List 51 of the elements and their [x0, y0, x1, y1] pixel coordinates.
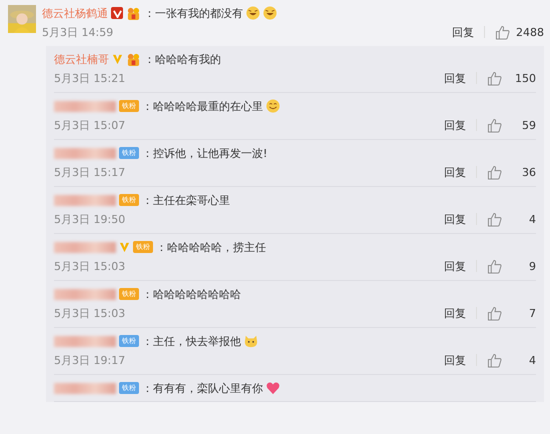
reply-link[interactable]: 回复: [444, 352, 466, 368]
verified-icon: [111, 7, 123, 19]
laughing-emoji-icon: [246, 6, 260, 20]
verified-icon: [119, 242, 130, 252]
like-count: 7: [528, 306, 536, 320]
reply-date: 5月3日 19:17: [54, 352, 126, 368]
like-icon[interactable]: [495, 24, 510, 40]
comment-text: ：一张有我的都没有: [144, 6, 243, 20]
like-icon[interactable]: [487, 258, 502, 274]
reply-link[interactable]: 回复: [452, 24, 474, 40]
reply-date: 5月3日 15:17: [54, 164, 126, 180]
cat-emoji-icon: [244, 334, 258, 348]
like-icon[interactable]: [487, 70, 502, 86]
like-icon[interactable]: [487, 164, 502, 180]
like-count: 2488: [516, 26, 544, 38]
like-count: 4: [528, 354, 536, 366]
like-icon[interactable]: [487, 212, 502, 226]
like-icon[interactable]: [487, 118, 502, 132]
reply-date: 5月3日 15:03: [54, 306, 126, 320]
smile-emoji-icon: [266, 99, 280, 113]
laughing-emoji-icon: [263, 6, 277, 20]
like-count: 59: [521, 118, 536, 132]
reply-text: ：哈哈哈哈哈哈哈哈: [142, 286, 241, 302]
reply-text: ：控诉他，让他再发一波!: [142, 146, 268, 160]
reply-link[interactable]: 回复: [444, 70, 466, 86]
reply-date: 5月3日 15:03: [54, 258, 126, 274]
reply-date: 5月3日 15:07: [54, 118, 126, 132]
reply-text: ：有有有，栾队心里有你: [142, 380, 263, 396]
fan-icon: [126, 52, 141, 66]
reply-text: ：哈哈哈哈最重的在心里: [142, 98, 263, 114]
reply-date: 5月3日 19:50: [54, 212, 126, 226]
like-count: 4: [528, 212, 536, 226]
like-count: 36: [521, 166, 536, 178]
reply-link[interactable]: 回复: [444, 306, 466, 320]
like-icon[interactable]: [487, 352, 502, 368]
reply-link[interactable]: 回复: [444, 118, 466, 132]
like-icon[interactable]: [487, 306, 502, 320]
reply-text: ：哈哈哈哈哈，捞主任: [156, 240, 266, 254]
verified-icon: [112, 54, 123, 64]
heart-icon: [266, 381, 280, 395]
like-count: 150: [514, 72, 536, 84]
like-count: 9: [528, 260, 536, 272]
fan-icon: [126, 6, 141, 20]
reply-text: ：主任在栾哥心里: [142, 192, 230, 208]
reply-date: 5月3日 15:21: [54, 70, 126, 86]
reply-link[interactable]: 回复: [444, 164, 466, 180]
reply-text: ：主任，快去举报他: [142, 334, 241, 348]
reply-link[interactable]: 回复: [444, 258, 466, 274]
comment-date: 5月3日 14:59: [42, 24, 114, 40]
reply-link[interactable]: 回复: [444, 212, 466, 226]
reply-text: ：哈哈哈有我的: [144, 52, 221, 66]
